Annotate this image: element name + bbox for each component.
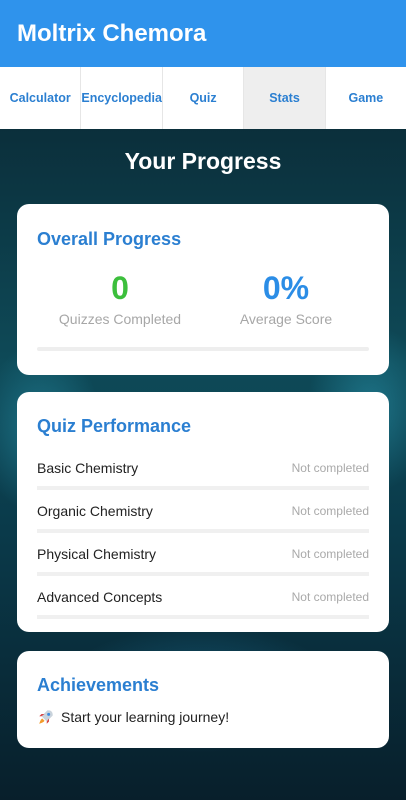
app-title: Moltrix Chemora <box>17 19 207 47</box>
tab-game[interactable]: Game <box>326 67 406 129</box>
quiz-name: Organic Chemistry <box>37 502 153 519</box>
tab-bar: Calculator Encyclopedia Quiz Stats Game <box>0 67 406 129</box>
quiz-list: Basic Chemistry Not completed Organic Ch… <box>37 447 369 619</box>
achievements-card: Achievements Start your learning journey… <box>17 651 389 748</box>
overall-progress-bar <box>37 347 369 351</box>
quiz-status: Not completed <box>291 503 369 518</box>
quizzes-completed-stat: 0 Quizzes Completed <box>37 270 203 327</box>
quiz-performance-card: Quiz Performance Basic Chemistry Not com… <box>17 392 389 632</box>
quiz-row-organic-chemistry: Organic Chemistry Not completed <box>37 490 369 533</box>
quiz-status: Not completed <box>291 460 369 475</box>
achievement-text: Start your learning journey! <box>61 709 230 725</box>
quizzes-completed-label: Quizzes Completed <box>58 311 182 327</box>
app-bar: Moltrix Chemora <box>0 0 406 67</box>
tab-quiz[interactable]: Quiz <box>163 67 245 129</box>
tab-stats[interactable]: Stats <box>244 67 326 129</box>
quiz-name: Basic Chemistry <box>37 459 139 476</box>
quiz-status: Not completed <box>291 546 369 561</box>
stats-row: 0 Quizzes Completed 0% Average Score <box>37 270 369 327</box>
average-score-label: Average Score <box>239 311 333 327</box>
overall-progress-card: Overall Progress 0 Quizzes Completed 0% … <box>17 204 389 375</box>
tab-encyclopedia[interactable]: Encyclopedia <box>81 67 163 129</box>
quiz-row-physical-chemistry: Physical Chemistry Not completed <box>37 533 369 576</box>
quiz-status: Not completed <box>291 589 369 604</box>
achievements-title: Achievements <box>37 675 160 695</box>
quiz-row-basic-chemistry: Basic Chemistry Not completed <box>37 447 369 490</box>
average-score-stat: 0% Average Score <box>203 270 369 327</box>
achievement-item: Start your learning journey! <box>37 708 369 726</box>
quiz-performance-title: Quiz Performance <box>37 416 192 436</box>
tab-calculator[interactable]: Calculator <box>0 67 82 129</box>
page-title: Your Progress <box>124 148 282 174</box>
quiz-name: Advanced Concepts <box>37 588 163 605</box>
quiz-name: Physical Chemistry <box>37 545 157 562</box>
rocket-icon <box>39 710 53 724</box>
quizzes-completed-value: 0 <box>111 270 129 306</box>
average-score-value: 0% <box>262 270 310 306</box>
overall-progress-title: Overall Progress <box>37 229 182 249</box>
quiz-row-advanced-concepts: Advanced Concepts Not completed <box>37 576 369 619</box>
